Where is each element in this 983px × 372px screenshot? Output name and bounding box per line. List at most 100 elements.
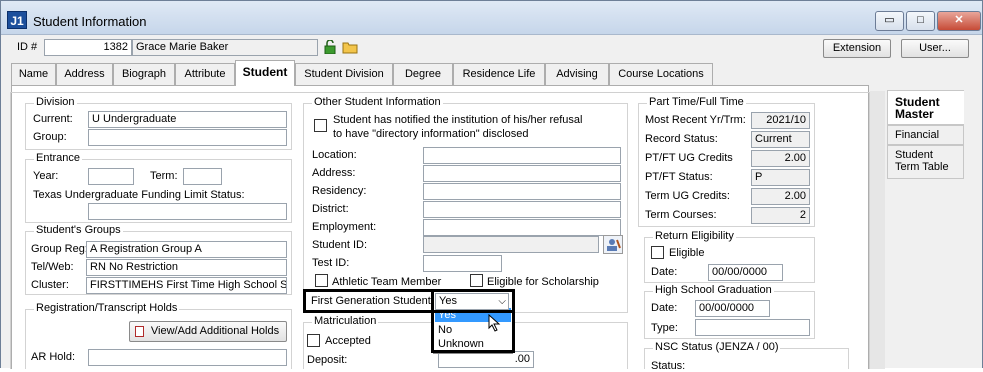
residency-field[interactable]: [423, 183, 621, 200]
ar-hold-field[interactable]: [88, 349, 287, 366]
tab-address[interactable]: Address: [56, 63, 113, 85]
term-ug-credits-label: Term UG Credits:: [645, 190, 730, 202]
entrance-year-field[interactable]: [88, 168, 134, 185]
hs-type-field[interactable]: [695, 319, 810, 336]
term-label: Term:: [150, 170, 178, 182]
recent-yrtrm-label: Most Recent Yr/Trm:: [645, 114, 746, 126]
id-input[interactable]: 1382: [44, 39, 132, 56]
other-info-title: Other Student Information: [312, 96, 443, 108]
first-gen-label: First Generation Student:: [311, 295, 434, 307]
directory-refusal-text-1: Student has notified the institution of …: [333, 114, 583, 126]
student-id-field: [423, 236, 599, 253]
term-courses-field: 2: [751, 207, 810, 224]
group-field[interactable]: [88, 129, 287, 146]
vertical-scrollbar[interactable]: [870, 91, 885, 369]
return-date-field[interactable]: 00/00/0000: [708, 264, 783, 281]
close-button[interactable]: ✕: [937, 11, 981, 31]
nsc-status-title: NSC Status (JENZA / 00): [653, 341, 781, 353]
side-tab-panel: Student Master Financial Student Term Ta…: [887, 90, 965, 369]
athletic-checkbox[interactable]: [315, 274, 328, 287]
year-label: Year:: [33, 170, 59, 182]
ptft-status-field: P: [751, 169, 810, 186]
telweb-field[interactable]: RN No Restriction: [86, 259, 287, 276]
return-date-label: Date:: [651, 266, 678, 278]
division-title: Division: [34, 96, 77, 108]
view-add-holds-button[interactable]: View/Add Additional Holds: [129, 321, 287, 342]
residency-label: Residency:: [312, 185, 367, 197]
return-eligibility-title: Return Eligibility: [653, 230, 736, 242]
hs-date-field[interactable]: 00/00/0000: [695, 300, 770, 317]
current-division-field[interactable]: U Undergraduate: [88, 111, 287, 128]
location-field[interactable]: [423, 147, 621, 164]
term-ug-credits-field: 2.00: [751, 188, 810, 205]
student-id-lookup-icon[interactable]: [603, 235, 623, 254]
tab-attribute[interactable]: Attribute: [175, 63, 235, 85]
tab-student[interactable]: Student: [235, 60, 295, 86]
texas-funding-label: Texas Undergraduate Funding Limit Status…: [33, 189, 245, 201]
tab-name[interactable]: Name: [11, 63, 56, 85]
tab-course-locations[interactable]: Course Locations: [609, 63, 713, 85]
district-label: District:: [312, 203, 349, 215]
current-label: Current:: [33, 113, 73, 125]
ptft-ug-credits-field: 2.00: [751, 150, 810, 167]
students-groups-title: Student's Groups: [34, 224, 123, 236]
ar-hold-label: AR Hold:: [31, 351, 76, 363]
tab-residence-life[interactable]: Residence Life: [453, 63, 545, 85]
holds-title: Registration/Transcript Holds: [34, 302, 180, 314]
athletic-label: Athletic Team Member: [332, 276, 442, 288]
id-label: ID #: [17, 41, 38, 53]
address-field[interactable]: [423, 165, 621, 182]
maximize-button[interactable]: □: [906, 11, 935, 31]
user-button[interactable]: User...: [901, 39, 969, 58]
record-status-label: Record Status:: [645, 133, 718, 145]
side-tab-student-term-table[interactable]: Student Term Table: [887, 145, 964, 179]
side-tab-financial[interactable]: Financial: [887, 125, 964, 145]
entrance-title: Entrance: [34, 152, 83, 164]
title-bar: J1 Student Information ▭ □ ✕: [1, 1, 982, 35]
unlock-icon[interactable]: [323, 39, 337, 55]
matriculation-title: Matriculation: [312, 315, 379, 327]
deposit-label: Deposit:: [307, 354, 348, 366]
tab-degree[interactable]: Degree: [393, 63, 453, 85]
location-label: Location:: [312, 149, 357, 161]
group-label: Group:: [33, 131, 67, 143]
tab-student-division[interactable]: Student Division: [295, 63, 393, 85]
ptft-ug-credits-label: PT/FT UG Credits: [645, 152, 733, 164]
group-reg-field[interactable]: A Registration Group A: [86, 241, 287, 258]
entrance-term-field[interactable]: [183, 168, 222, 185]
view-add-holds-label: View/Add Additional Holds: [150, 325, 280, 337]
folder-icon[interactable]: [342, 40, 358, 54]
ptft-status-label: PT/FT Status:: [645, 171, 713, 183]
employment-label: Employment:: [312, 221, 377, 233]
address-label: Address:: [312, 167, 356, 179]
first-gen-select[interactable]: Yes ⌵: [435, 293, 509, 310]
accepted-label: Accepted: [325, 335, 371, 347]
name-display: Grace Marie Baker: [132, 39, 318, 56]
cluster-field[interactable]: FIRSTTIMEHS First Time High School S: [86, 277, 287, 294]
employment-field[interactable]: [423, 219, 621, 236]
directory-refusal-text-2: to have "directory information" disclose…: [333, 128, 529, 140]
eligible-checkbox[interactable]: [651, 246, 664, 259]
minimize-button[interactable]: ▭: [875, 11, 904, 31]
test-id-label: Test ID:: [312, 257, 350, 269]
term-courses-label: Term Courses:: [645, 209, 717, 221]
tab-biograph[interactable]: Biograph: [113, 63, 175, 85]
extension-button[interactable]: Extension: [823, 39, 891, 58]
recent-yrtrm-field: 2021/10: [751, 112, 810, 129]
hold-icon: [135, 326, 144, 337]
parttime-title: Part Time/Full Time: [647, 96, 746, 108]
app-icon: J1: [7, 11, 27, 29]
scholarship-label: Eligible for Scholarship: [487, 276, 599, 288]
chevron-down-icon[interactable]: ⌵: [498, 294, 506, 309]
side-tab-student-master[interactable]: Student Master: [887, 90, 964, 125]
test-id-field[interactable]: [423, 255, 502, 272]
student-information-window: J1 Student Information ▭ □ ✕ ID # 1382 G…: [0, 0, 983, 372]
scholarship-checkbox[interactable]: [470, 274, 483, 287]
cluster-label: Cluster:: [31, 279, 69, 291]
tab-advising[interactable]: Advising: [545, 63, 609, 85]
directory-refusal-checkbox[interactable]: [314, 119, 327, 132]
mouse-cursor-icon: [488, 313, 502, 335]
texas-funding-field[interactable]: [88, 203, 287, 220]
district-field[interactable]: [423, 201, 621, 218]
accepted-checkbox[interactable]: [307, 334, 320, 347]
